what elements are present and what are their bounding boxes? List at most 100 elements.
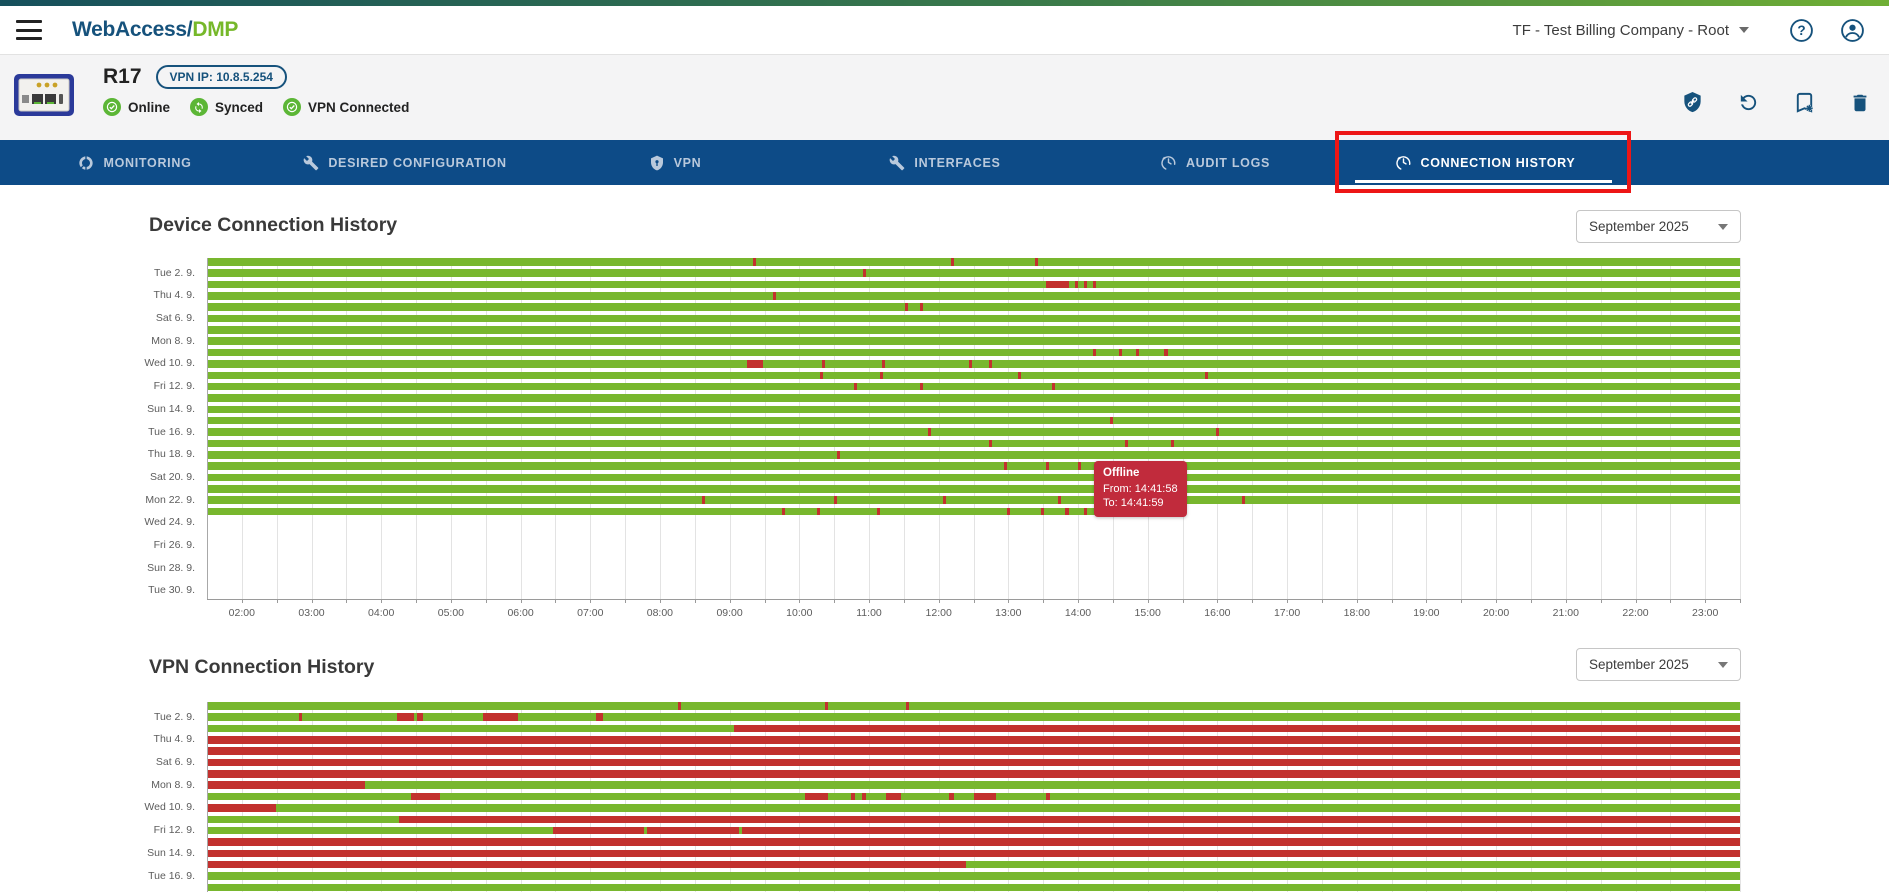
connection-row-day-17[interactable]: [207, 884, 1740, 892]
connection-row-day-16[interactable]: [207, 872, 1740, 880]
connection-row-day-6[interactable]: [207, 759, 1740, 767]
app-logo[interactable]: WebAccess/DMP: [72, 18, 238, 42]
history-icon: [1160, 154, 1177, 171]
offline-tooltip: Offline From: 14:41:58 To: 14:41:59: [1094, 461, 1187, 517]
connection-row-day-5[interactable]: [207, 747, 1740, 755]
shield-icon: [649, 155, 665, 171]
offline-segment: [1078, 462, 1081, 470]
month-selector-device[interactable]: September 2025: [1576, 210, 1741, 243]
connection-row-day-6[interactable]: [207, 315, 1740, 323]
x-axis-tick: [1566, 599, 1567, 603]
x-axis-tick: [1043, 599, 1044, 603]
row-label: Mon 8. 9.: [0, 336, 195, 347]
connection-row-day-7[interactable]: [207, 770, 1740, 778]
connection-row-day-1[interactable]: [207, 258, 1740, 266]
x-axis-tick: [1392, 599, 1393, 603]
x-axis-tick: [1636, 599, 1637, 603]
connection-row-day-13[interactable]: [207, 838, 1740, 846]
offline-segment: [989, 360, 992, 368]
restart-button[interactable]: [1737, 91, 1760, 114]
company-selector[interactable]: TF - Test Billing Company - Root: [1513, 22, 1749, 39]
account-button[interactable]: [1840, 18, 1865, 43]
connection-row-day-15[interactable]: [207, 417, 1740, 425]
connection-row-day-5[interactable]: [207, 303, 1740, 311]
connection-row-day-3[interactable]: [207, 725, 1740, 733]
help-button[interactable]: ?: [1789, 18, 1814, 43]
tab-monitoring[interactable]: MONITORING: [0, 140, 270, 185]
connection-row-day-20[interactable]: [207, 474, 1740, 482]
connection-row-day-15[interactable]: [207, 861, 1740, 869]
delete-button[interactable]: [1849, 92, 1871, 114]
tab-audit-logs[interactable]: AUDIT LOGS: [1080, 140, 1350, 185]
wrench-icon: [303, 155, 319, 171]
row-label: Thu 4. 9.: [0, 290, 195, 301]
offline-segment: [989, 440, 992, 448]
offline-segment: [399, 816, 1740, 824]
connection-row-day-10[interactable]: [207, 360, 1740, 368]
connection-row-day-17[interactable]: [207, 440, 1740, 448]
connection-row-day-19[interactable]: [207, 462, 1740, 470]
vpn-ip-badge: VPN IP: 10.8.5.254: [156, 65, 287, 89]
connection-row-day-22[interactable]: [207, 496, 1740, 504]
row-label: Sat 20. 9.: [0, 472, 195, 483]
tab-connection-history[interactable]: CONNECTION HISTORY: [1350, 140, 1620, 185]
online-segment: [207, 462, 1740, 470]
connection-row-day-4[interactable]: [207, 736, 1740, 744]
connection-row-day-18[interactable]: [207, 451, 1740, 459]
offline-segment: [1046, 462, 1049, 470]
online-segment: [207, 269, 1740, 277]
connection-row-day-23[interactable]: [207, 508, 1740, 516]
x-axis-tick: [1008, 599, 1009, 603]
connection-row-day-14[interactable]: [207, 850, 1740, 858]
connection-row-day-8[interactable]: [207, 337, 1740, 345]
vpn-chart-plot: [207, 702, 1740, 892]
tab-vpn[interactable]: VPN: [540, 140, 810, 185]
connection-row-day-7[interactable]: [207, 326, 1740, 334]
online-segment: [207, 827, 553, 835]
offline-segment: [951, 258, 954, 266]
x-axis-label: 23:00: [1692, 607, 1718, 619]
x-axis-label: 11:00: [856, 607, 882, 619]
connection-row-day-3[interactable]: [207, 281, 1740, 289]
connection-row-day-10[interactable]: [207, 804, 1740, 812]
connection-row-day-1[interactable]: [207, 702, 1740, 710]
row-label: Thu 18. 9.: [0, 449, 195, 460]
connection-row-day-12[interactable]: [207, 383, 1740, 391]
connection-row-day-2[interactable]: [207, 269, 1740, 277]
offline-segment: [1171, 440, 1174, 448]
connection-row-day-2[interactable]: [207, 713, 1740, 721]
connection-row-day-4[interactable]: [207, 292, 1740, 300]
bookmark-gear-button[interactable]: [1793, 91, 1816, 114]
offline-segment: [825, 702, 828, 710]
connection-row-day-13[interactable]: [207, 394, 1740, 402]
x-axis-label: 18:00: [1344, 607, 1370, 619]
connection-row-day-11[interactable]: [207, 816, 1740, 824]
online-segment: [207, 702, 1740, 710]
wrench-icon: [889, 155, 905, 171]
shield-link-icon: [1681, 91, 1704, 114]
x-axis-label: 08:00: [647, 607, 673, 619]
connection-row-day-16[interactable]: [207, 428, 1740, 436]
row-label: Mon 8. 9.: [0, 780, 195, 791]
offline-segment: [702, 496, 705, 504]
row-label: Mon 22. 9.: [0, 495, 195, 506]
x-axis-label: 21:00: [1553, 607, 1579, 619]
connection-row-day-11[interactable]: [207, 372, 1740, 380]
hamburger-menu-icon[interactable]: [16, 20, 42, 40]
connection-row-day-21[interactable]: [207, 485, 1740, 493]
x-axis-tick: [1322, 599, 1323, 603]
offline-segment: [417, 713, 423, 721]
tab-interfaces[interactable]: INTERFACES: [810, 140, 1080, 185]
connection-row-day-9[interactable]: [207, 349, 1740, 357]
month-selector-vpn[interactable]: September 2025: [1576, 648, 1741, 681]
shield-link-button[interactable]: [1681, 91, 1704, 114]
status-online: Online: [103, 98, 170, 116]
offline-segment: [397, 713, 414, 721]
connection-row-day-9[interactable]: [207, 793, 1740, 801]
tab-desired-configuration[interactable]: DESIRED CONFIGURATION: [270, 140, 540, 185]
x-axis-tick: [1496, 599, 1497, 603]
connection-row-day-14[interactable]: [207, 406, 1740, 414]
connection-row-day-8[interactable]: [207, 781, 1740, 789]
offline-segment: [753, 258, 756, 266]
connection-row-day-12[interactable]: [207, 827, 1740, 835]
